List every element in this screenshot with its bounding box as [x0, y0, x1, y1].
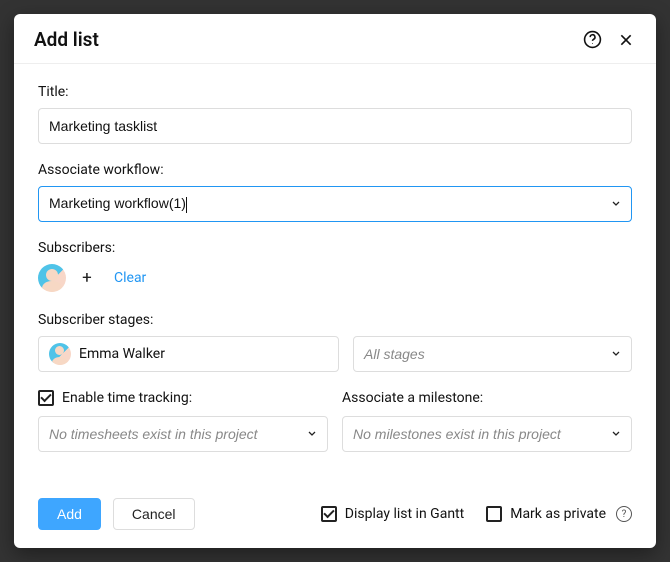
help-icon[interactable] [582, 30, 602, 50]
workflow-value: Marketing workflow(1) [49, 195, 186, 211]
add-button[interactable]: Add [38, 498, 101, 530]
close-icon[interactable] [616, 30, 636, 50]
workflow-select[interactable]: Marketing workflow(1) [38, 186, 632, 222]
workflow-label: Associate workflow: [38, 162, 632, 178]
time-tracking-label: Enable time tracking: [62, 390, 192, 406]
title-input[interactable] [38, 108, 632, 144]
cancel-button[interactable]: Cancel [113, 498, 195, 530]
modal-footer: Add Cancel Display list in Gantt Mark as… [14, 482, 656, 548]
modal-body: Title: Associate workflow: Marketing wor… [14, 64, 656, 482]
private-checkbox[interactable] [486, 506, 502, 522]
stage-user-name: Emma Walker [79, 346, 165, 362]
private-help-icon[interactable]: ? [616, 506, 632, 522]
stage-avatar [49, 343, 71, 365]
gantt-label: Display list in Gantt [345, 506, 464, 522]
milestone-label: Associate a milestone: [342, 390, 632, 406]
private-label: Mark as private [510, 506, 606, 522]
modal-title: Add list [34, 28, 568, 51]
subscriber-avatar[interactable] [38, 264, 66, 292]
stage-select[interactable]: All stages [353, 336, 632, 372]
clear-subscribers-link[interactable]: Clear [114, 270, 146, 286]
milestone-select[interactable]: No milestones exist in this project [342, 416, 632, 452]
subscriber-stages-label: Subscriber stages: [38, 312, 632, 328]
time-tracking-checkbox[interactable] [38, 390, 54, 406]
modal-header: Add list [14, 14, 656, 64]
add-list-modal: Add list Title: Associate workflow: Mark… [14, 14, 656, 548]
subscriber-stage-user[interactable]: Emma Walker [38, 336, 339, 372]
add-subscriber-button[interactable]: + [78, 269, 96, 287]
text-cursor [186, 197, 187, 213]
gantt-checkbox[interactable] [321, 506, 337, 522]
subscribers-label: Subscribers: [38, 240, 632, 256]
timesheet-select[interactable]: No timesheets exist in this project [38, 416, 328, 452]
title-label: Title: [38, 84, 632, 100]
